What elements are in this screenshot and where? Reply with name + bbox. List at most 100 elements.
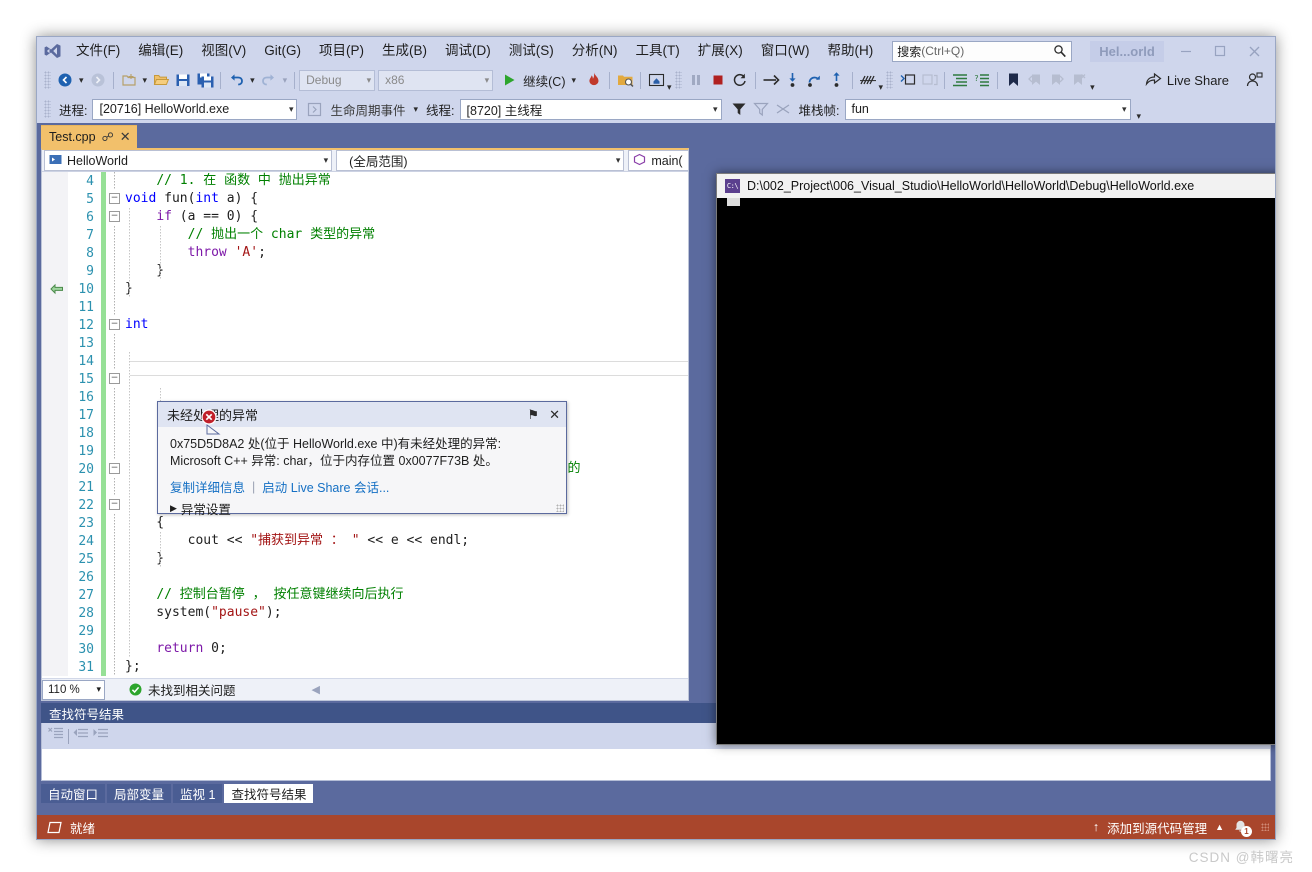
code-line[interactable]: 27 // 控制台暂停 ， 按任意键继续向后执行 [42, 586, 688, 604]
code-text[interactable]: return 0; [122, 640, 688, 658]
breakpoint-gutter[interactable] [42, 658, 68, 676]
outlining-column[interactable] [106, 550, 122, 568]
code-line[interactable]: 31}; [42, 658, 688, 676]
outlining-column[interactable] [106, 532, 122, 550]
breakpoint-gutter[interactable] [42, 460, 68, 478]
outlining-column[interactable] [106, 280, 122, 298]
code-text[interactable]: throw 'A'; [122, 244, 688, 262]
code-text[interactable]: system("pause"); [122, 604, 688, 622]
code-line[interactable]: 24 cout << "捕获到异常 ： " << e << endl; [42, 532, 688, 550]
outlining-column[interactable] [106, 172, 122, 190]
debugbar-overflow-icon[interactable]: ▾ [1137, 97, 1142, 121]
code-line[interactable]: 13 [42, 334, 688, 352]
exception-settings-expander[interactable]: ▶ 异常设置 [158, 496, 566, 518]
breakpoint-gutter[interactable] [42, 334, 68, 352]
find-symbol-results-list[interactable] [41, 749, 1271, 781]
breakpoint-gutter[interactable] [42, 568, 68, 586]
code-line[interactable]: 11 [42, 298, 688, 316]
outlining-column[interactable] [106, 442, 122, 460]
code-line[interactable]: 5 − void fun(int a) { [42, 190, 688, 208]
collapse-icon[interactable]: − [109, 499, 120, 510]
collapse-icon[interactable]: − [109, 319, 120, 330]
breakpoint-gutter[interactable] [42, 226, 68, 244]
tab-find-symbol-results[interactable]: 查找符号结果 [224, 784, 314, 803]
tab-watch1[interactable]: 监视 1 [173, 784, 223, 803]
previous-result-icon[interactable] [73, 726, 89, 746]
outlining-column[interactable]: − [106, 460, 122, 478]
code-line[interactable]: 10} [42, 280, 688, 298]
breakpoint-gutter[interactable] [42, 532, 68, 550]
show-next-statement-icon[interactable] [760, 68, 782, 92]
outlining-column[interactable] [106, 604, 122, 622]
save-icon[interactable] [172, 68, 194, 92]
live-share-button[interactable]: Live Share [1145, 71, 1229, 89]
code-text[interactable]: // 抛出一个 char 类型的异常 [122, 226, 688, 244]
outlining-column[interactable] [106, 640, 122, 658]
pin-icon[interactable]: ⚑ [527, 407, 539, 423]
code-text[interactable] [122, 298, 688, 316]
breakpoint-gutter[interactable] [42, 604, 68, 622]
outlining-column[interactable]: − [106, 316, 122, 334]
menu-extensions[interactable]: 扩展(X) [690, 39, 751, 63]
notifications-button[interactable]: 1 [1232, 819, 1252, 837]
previous-bookmark-icon[interactable] [1024, 68, 1046, 92]
breakpoint-gutter[interactable] [42, 514, 68, 532]
code-line[interactable]: 9 } [42, 262, 688, 280]
menu-window[interactable]: 窗口(W) [753, 39, 818, 63]
code-text[interactable]: } [122, 280, 688, 298]
breakpoint-gutter[interactable] [42, 208, 68, 226]
outlining-column[interactable] [106, 568, 122, 586]
code-line[interactable]: 26 [42, 568, 688, 586]
code-line[interactable]: 29 [42, 622, 688, 640]
menu-build[interactable]: 生成(B) [374, 39, 435, 63]
collapse-icon[interactable]: − [109, 463, 120, 474]
menu-tools[interactable]: 工具(T) [628, 39, 688, 63]
start-live-share-session-link[interactable]: 启动 Live Share 会话... [262, 477, 389, 496]
breakpoint-gutter[interactable] [42, 550, 68, 568]
maximize-button[interactable] [1203, 38, 1237, 64]
new-project-dropdown-icon[interactable]: ▾ [140, 75, 151, 86]
breakpoint-gutter[interactable] [42, 190, 68, 208]
add-to-source-control-button[interactable]: 添加到源代码管理 [1107, 818, 1207, 837]
manage-accounts-icon[interactable] [1243, 68, 1265, 92]
outlining-column[interactable] [106, 514, 122, 532]
code-line[interactable]: 8 throw 'A'; [42, 244, 688, 262]
member-select[interactable]: main( [628, 150, 688, 171]
menu-help[interactable]: 帮助(H) [819, 39, 881, 63]
menu-view[interactable]: 视图(V) [193, 39, 254, 63]
close-button[interactable] [1237, 38, 1271, 64]
breakpoint-gutter[interactable] [42, 640, 68, 658]
zoom-select[interactable]: 110 % ▾ [42, 679, 105, 700]
breakpoint-gutter[interactable] [42, 442, 68, 460]
thread-select[interactable]: [8720] 主线程 ▾ [459, 98, 722, 120]
step-over-icon[interactable] [804, 68, 826, 92]
project-select[interactable]: HelloWorld ▾ [44, 150, 333, 171]
redo-icon[interactable] [258, 68, 280, 92]
navigate-backward-icon[interactable] [54, 68, 76, 92]
outlining-column[interactable] [106, 226, 122, 244]
code-line[interactable]: 7 // 抛出一个 char 类型的异常 [42, 226, 688, 244]
toolbar-overflow-icon-2[interactable]: ▾ [879, 68, 884, 92]
outlining-column[interactable] [106, 424, 122, 442]
undo-dropdown-icon[interactable]: ▾ [247, 75, 258, 86]
breakpoint-gutter[interactable] [42, 244, 68, 262]
open-file-icon[interactable] [150, 68, 172, 92]
code-text[interactable] [122, 568, 688, 586]
scope-select[interactable]: (全局范围) ▾ [336, 150, 625, 171]
outlining-column[interactable]: − [106, 190, 122, 208]
process-select[interactable]: [20716] HelloWorld.exe ▾ [92, 98, 298, 120]
step-into-icon[interactable] [782, 68, 804, 92]
menu-analyze[interactable]: 分析(N) [564, 39, 626, 63]
menu-project[interactable]: 项目(P) [311, 39, 372, 63]
tab-locals[interactable]: 局部变量 [107, 784, 172, 803]
outlining-column[interactable]: − [106, 208, 122, 226]
outlining-column[interactable] [106, 244, 122, 262]
step-out-icon[interactable] [826, 68, 848, 92]
uncomment-block-icon[interactable] [918, 68, 940, 92]
continue-dropdown-icon[interactable]: ▾ [568, 75, 579, 86]
outlining-column[interactable] [106, 298, 122, 316]
breakpoint-gutter[interactable] [42, 316, 68, 334]
resize-grip[interactable] [556, 504, 564, 512]
clear-bookmarks-icon[interactable] [1068, 68, 1090, 92]
decrease-indent-icon[interactable]: ? [971, 68, 993, 92]
